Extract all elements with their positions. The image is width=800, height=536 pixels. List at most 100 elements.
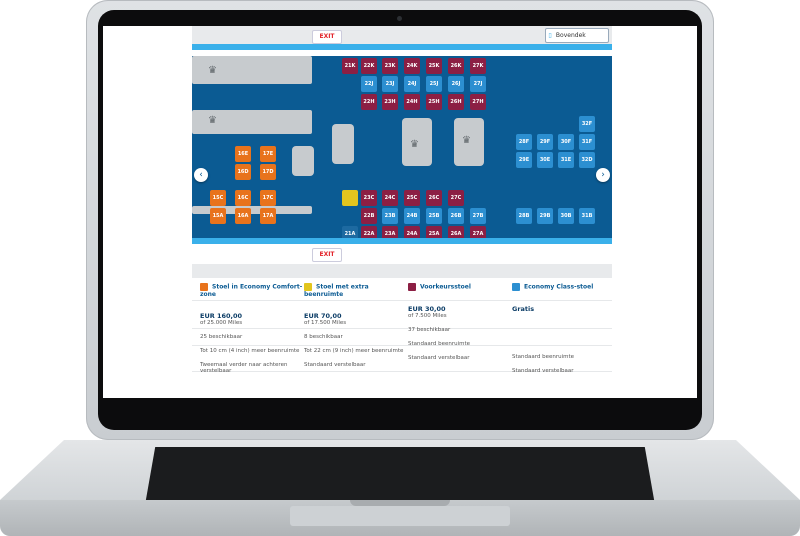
seat[interactable]: 25J: [426, 76, 442, 92]
seat-available: 25 beschikbaar: [200, 334, 243, 340]
seat-price: EUR 70,00: [304, 312, 342, 320]
seat[interactable]: 25C: [404, 190, 420, 206]
lavatory: [292, 146, 314, 176]
seat-type-extra-legroom: Stoel met extra beenruimte EUR 70,00 of …: [304, 283, 407, 368]
seat[interactable]: 22A: [361, 226, 377, 238]
seat[interactable]: 22B: [361, 208, 377, 224]
scroll-right-icon[interactable]: ›: [596, 168, 610, 182]
seat[interactable]: 32D: [579, 152, 595, 168]
seat[interactable]: 29E: [516, 152, 532, 168]
seat[interactable]: 24H: [404, 94, 420, 110]
seat-type-title: Voorkeursstoel: [420, 283, 471, 291]
seat[interactable]: 26J: [448, 76, 464, 92]
seat-legroom: Standaard beenruimte: [512, 354, 575, 360]
fuselage-bottom-band: [192, 238, 612, 244]
seat-icon: [512, 283, 520, 291]
seat-miles: of 7.500 Miles: [408, 313, 447, 319]
seat[interactable]: 23H: [382, 94, 398, 110]
seat[interactable]: 17C: [260, 190, 276, 206]
seat-recline: Standaard verstelbaar: [304, 362, 366, 368]
seat[interactable]: 16A: [235, 208, 251, 224]
seat[interactable]: 25K: [426, 58, 442, 74]
seat-map: ♛ ♛ ♛ ♛ 21K 22K 23K 24K 25K 26K 27K 22J …: [192, 56, 612, 238]
seat[interactable]: 25H: [426, 94, 442, 110]
seat[interactable]: 31B: [579, 208, 595, 224]
seat[interactable]: 27J: [470, 76, 486, 92]
seat[interactable]: 26H: [448, 94, 464, 110]
seat-icon: [200, 283, 208, 291]
seat-available: 8 beschikbaar: [304, 334, 343, 340]
keyboard: [145, 447, 655, 505]
seat[interactable]: 27B: [470, 208, 486, 224]
seat[interactable]: 27K: [470, 58, 486, 74]
seat-recline: Standaard verstelbaar: [408, 355, 470, 361]
seat[interactable]: 23J: [382, 76, 398, 92]
seat[interactable]: 15C: [210, 190, 226, 206]
seat[interactable]: 23K: [382, 58, 398, 74]
seat[interactable]: 24A: [404, 226, 420, 238]
seat-selection-app: ▯ Bovendek EXIT ♛ ♛ ♛ ♛ 21K 22K 23K 24K: [192, 26, 612, 398]
seat[interactable]: 26K: [448, 58, 464, 74]
seat-icon: [408, 283, 416, 291]
seat[interactable]: 22K: [361, 58, 377, 74]
seat[interactable]: 16C: [235, 190, 251, 206]
seat[interactable]: 21A: [342, 226, 358, 238]
seat-type-title: Economy Class-stoel: [524, 283, 594, 291]
seat[interactable]: 24J: [404, 76, 420, 92]
seat[interactable]: 23C: [361, 190, 377, 206]
seat-legroom: Tot 10 cm (4 inch) meer beenruimte: [200, 348, 300, 354]
seat[interactable]: 29F: [537, 134, 553, 150]
seat[interactable]: 22H: [361, 94, 377, 110]
seat[interactable]: 26A: [448, 226, 464, 238]
seat[interactable]: 15A: [210, 208, 226, 224]
seat[interactable]: 31F: [579, 134, 595, 150]
seat[interactable]: 24C: [382, 190, 398, 206]
seat[interactable]: 31E: [558, 152, 574, 168]
seat[interactable]: 23B: [382, 208, 398, 224]
seat[interactable]: 16D: [235, 164, 251, 180]
seat[interactable]: 25A: [426, 226, 442, 238]
seat[interactable]: 25B: [426, 208, 442, 224]
seat[interactable]: 30F: [558, 134, 574, 150]
scroll-left-icon[interactable]: ‹: [194, 168, 208, 182]
seat-icon: [304, 283, 312, 291]
seat[interactable]: 29B: [537, 208, 553, 224]
seat-price: EUR 160,00: [200, 312, 243, 320]
galley-crown-icon: ♛: [462, 135, 471, 146]
seat[interactable]: 26B: [448, 208, 464, 224]
seat-yellow[interactable]: [342, 190, 358, 206]
seat-miles: of 25.000 Miles: [200, 320, 243, 326]
seat[interactable]: 17A: [260, 208, 276, 224]
seat-legroom: Standaard beenruimte: [408, 341, 471, 347]
seat[interactable]: 27C: [448, 190, 464, 206]
seat-type-title: Stoel met extra beenruimte: [304, 283, 369, 299]
seat[interactable]: 24K: [404, 58, 420, 74]
seat[interactable]: 23A: [382, 226, 398, 238]
seat[interactable]: 32F: [579, 116, 595, 132]
seat-miles: of 17.500 Miles: [304, 320, 347, 326]
seat[interactable]: 21K: [342, 58, 358, 74]
seat[interactable]: 30E: [537, 152, 553, 168]
seat[interactable]: 17E: [260, 146, 276, 162]
seat[interactable]: 28F: [516, 134, 532, 150]
seat-type-title: Stoel in Economy Comfort-zone: [200, 283, 303, 299]
trackpad: [290, 506, 510, 526]
seat-price: EUR 30,00: [408, 305, 446, 313]
seat[interactable]: 30B: [558, 208, 574, 224]
seat[interactable]: 16E: [235, 146, 251, 162]
seat-recline: Standaard verstelbaar: [512, 368, 574, 374]
deck-icon: ▯: [548, 32, 552, 39]
camera-icon: [397, 16, 402, 21]
galley-crown-icon: ♛: [410, 139, 419, 150]
seat-type-economy: Economy Class-stoel Gratis Standaard bee…: [512, 283, 615, 374]
seat[interactable]: 27H: [470, 94, 486, 110]
exit-sign-top: EXIT: [312, 30, 342, 44]
seat[interactable]: 28B: [516, 208, 532, 224]
upper-deck-label: Bovendek: [555, 32, 586, 39]
seat[interactable]: 22J: [361, 76, 377, 92]
seat[interactable]: 27A: [470, 226, 486, 238]
upper-deck-button[interactable]: ▯ Bovendek: [545, 28, 609, 43]
seat[interactable]: 24B: [404, 208, 420, 224]
seat[interactable]: 17D: [260, 164, 276, 180]
seat[interactable]: 26C: [426, 190, 442, 206]
